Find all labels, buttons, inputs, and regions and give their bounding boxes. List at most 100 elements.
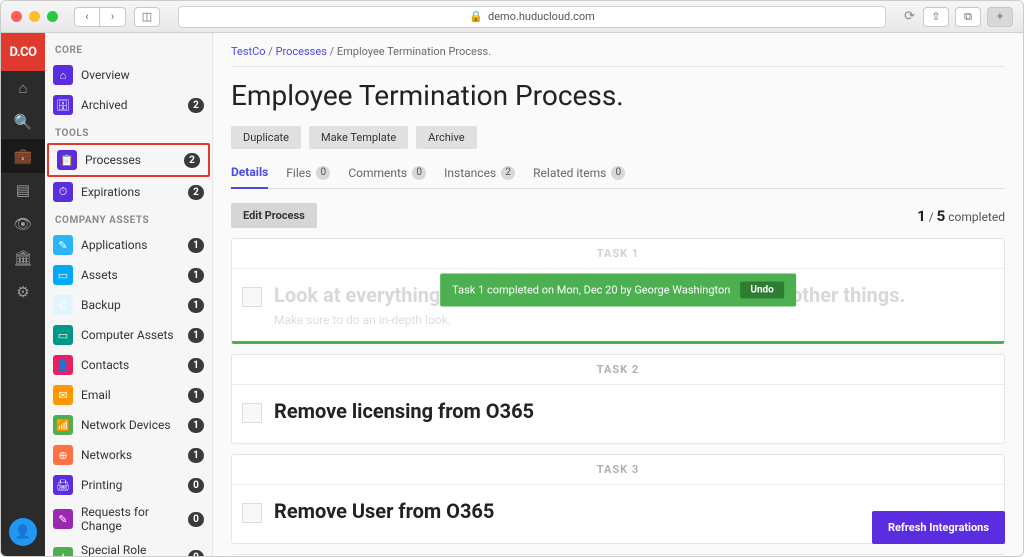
crumb-company[interactable]: TestCo: [231, 45, 266, 58]
task-card-2: TASK 2 Remove licensing from O365: [231, 354, 1005, 444]
eye-icon[interactable]: 👁: [1, 207, 45, 241]
crumb-processes[interactable]: Processes: [276, 45, 327, 58]
tab-instances[interactable]: Instances2: [444, 161, 515, 188]
sidebar-toggle-button[interactable]: ◫: [134, 7, 160, 27]
sidebar-item-computer-assets[interactable]: ▭Computer Assets1: [45, 320, 212, 350]
sidebar-item-printing[interactable]: 🖨Printing0: [45, 470, 212, 500]
sidebar-item-label: Assets: [81, 268, 180, 282]
app-logo[interactable]: D.CO: [1, 33, 45, 71]
tabs: Details Files0 Comments0 Instances2 Rela…: [231, 161, 1005, 189]
undo-button[interactable]: Undo: [740, 282, 783, 299]
crumb-current: Employee Termination Process.: [337, 45, 491, 58]
sidebar-item-icon: 🗄: [53, 95, 73, 115]
sidebar-item-label: Applications: [81, 238, 180, 252]
sidebar-badge: 1: [188, 328, 204, 343]
sidebar-badge: 1: [188, 268, 204, 283]
sidebar-item-icon: ▭: [53, 325, 73, 345]
icon-rail: D.CO ⌂ 🔍 💼 ▤ 👁 🏛 ⚙ 👤: [1, 33, 45, 556]
tab-files[interactable]: Files0: [286, 161, 330, 188]
tab-related[interactable]: Related items0: [533, 161, 625, 188]
user-icon: 👤: [15, 525, 31, 540]
sidebar-item-label: Expirations: [81, 185, 180, 199]
divider: [231, 66, 1005, 67]
sidebar-item-network-devices[interactable]: 📶 Network Devices 1: [45, 410, 212, 440]
sidebar-item-icon: C: [53, 295, 73, 315]
back-button[interactable]: ‹: [74, 7, 100, 27]
forward-button[interactable]: ›: [100, 7, 126, 27]
sidebar-item-icon: 🖨: [53, 475, 73, 495]
sidebar-item-overview[interactable]: ⌂Overview: [45, 60, 212, 90]
sidebar-item-label: Printing: [81, 478, 180, 492]
new-tab-button[interactable]: +: [987, 7, 1013, 27]
browser-window: ‹ › ◫ 🔒 demo.huducloud.com ⟳ ⇧ ⧉ + D.CO …: [0, 0, 1024, 557]
maximize-window-button[interactable]: [47, 11, 58, 22]
sidebar-item-applications[interactable]: ✎Applications1: [45, 230, 212, 260]
sidebar-item-expirations[interactable]: ⏱Expirations2: [45, 177, 212, 207]
sidebar-item-backup[interactable]: C Backup 1: [45, 290, 212, 320]
sidebar-item-assets[interactable]: ▭ Assets 1: [45, 260, 212, 290]
sidebar-item-archived[interactable]: 🗄Archived2: [45, 90, 212, 120]
sidebar-item-icon: 📶: [53, 415, 73, 435]
traffic-lights: [11, 11, 58, 22]
sidebar-item-requests-for-change[interactable]: ✎Requests for Change0: [45, 500, 212, 538]
home-icon[interactable]: ⌂: [1, 71, 45, 105]
sidebar-badge: 1: [188, 418, 204, 433]
sidebar-item-label: Contacts: [81, 358, 180, 372]
edit-process-button[interactable]: Edit Process: [231, 203, 317, 228]
avatar[interactable]: 👤: [9, 518, 37, 546]
sidebar-item-icon: ▭: [53, 265, 73, 285]
sidebar-item-icon: ⊕: [53, 445, 73, 465]
sidebar-item-label: Special Role Devices: [81, 543, 180, 556]
tab-details[interactable]: Details: [231, 161, 268, 189]
task-checkbox[interactable]: [242, 287, 262, 307]
sidebar-item-networks[interactable]: ⊕ Networks 1: [45, 440, 212, 470]
sidebar-item-label: Backup: [81, 298, 180, 312]
sidebar-item-icon: 👤: [53, 355, 73, 375]
building-icon[interactable]: 🏛: [1, 241, 45, 275]
sidebar-item-contacts[interactable]: 👤Contacts1: [45, 350, 212, 380]
task-subtitle: Make sure to do an in-depth look.: [274, 313, 905, 327]
sidebar-badge: 2: [188, 98, 204, 113]
reload-icon[interactable]: ⟳: [904, 9, 915, 24]
sidebar-item-label: Network Devices: [81, 418, 180, 432]
section-assets: COMPANY ASSETS: [45, 207, 212, 230]
task-checkbox[interactable]: [242, 503, 262, 523]
completion-toast: Task 1 completed on Mon, Dec 20 by Georg…: [440, 274, 796, 307]
briefcase-icon[interactable]: 💼: [1, 139, 45, 173]
sidebar-badge: 1: [188, 388, 204, 403]
sidebar-item-icon: ✎: [53, 235, 73, 255]
minimize-window-button[interactable]: [29, 11, 40, 22]
archive-button[interactable]: Archive: [416, 126, 476, 149]
sidebar-item-label: Networks: [81, 448, 180, 462]
close-window-button[interactable]: [11, 11, 22, 22]
sidebar-badge: 2: [188, 185, 204, 200]
tab-comments[interactable]: Comments0: [348, 161, 426, 188]
sidebar-badge: 1: [188, 448, 204, 463]
search-icon[interactable]: 🔍: [1, 105, 45, 139]
refresh-integrations-button[interactable]: Refresh Integrations: [872, 511, 1005, 544]
page-title: Employee Termination Process.: [231, 79, 1005, 112]
tabs-button[interactable]: ⧉: [955, 7, 981, 27]
sidebar-item-icon: ✉: [53, 385, 73, 405]
toast-message: Task 1 completed on Mon, Dec 20 by Georg…: [452, 284, 730, 297]
duplicate-button[interactable]: Duplicate: [231, 126, 301, 149]
breadcrumb: TestCo / Processes / Employee Terminatio…: [231, 41, 1005, 62]
section-core: CORE: [45, 37, 212, 60]
sidebar-item-special-role-devices[interactable]: ★Special Role Devices0: [45, 538, 212, 556]
sidebar-item-processes[interactable]: 📋Processes2: [47, 143, 210, 177]
task-title: Remove User from O365: [274, 499, 494, 523]
make-template-button[interactable]: Make Template: [309, 126, 408, 149]
sidebar-item-icon: 📋: [57, 150, 77, 170]
sidebar-item-label: Email: [81, 388, 180, 402]
card-icon[interactable]: ▤: [1, 173, 45, 207]
section-tools: TOOLS: [45, 120, 212, 143]
gear-icon[interactable]: ⚙: [1, 275, 45, 309]
sidebar-item-label: Processes: [85, 153, 176, 167]
sidebar-item-email[interactable]: ✉ Email 1: [45, 380, 212, 410]
sidebar-item-icon: ★: [53, 547, 73, 556]
task-label: TASK 1: [232, 239, 1004, 269]
share-button[interactable]: ⇧: [923, 7, 949, 27]
address-bar[interactable]: 🔒 demo.huducloud.com: [178, 6, 886, 28]
task-checkbox[interactable]: [242, 403, 262, 423]
sidebar-badge: 1: [188, 298, 204, 313]
